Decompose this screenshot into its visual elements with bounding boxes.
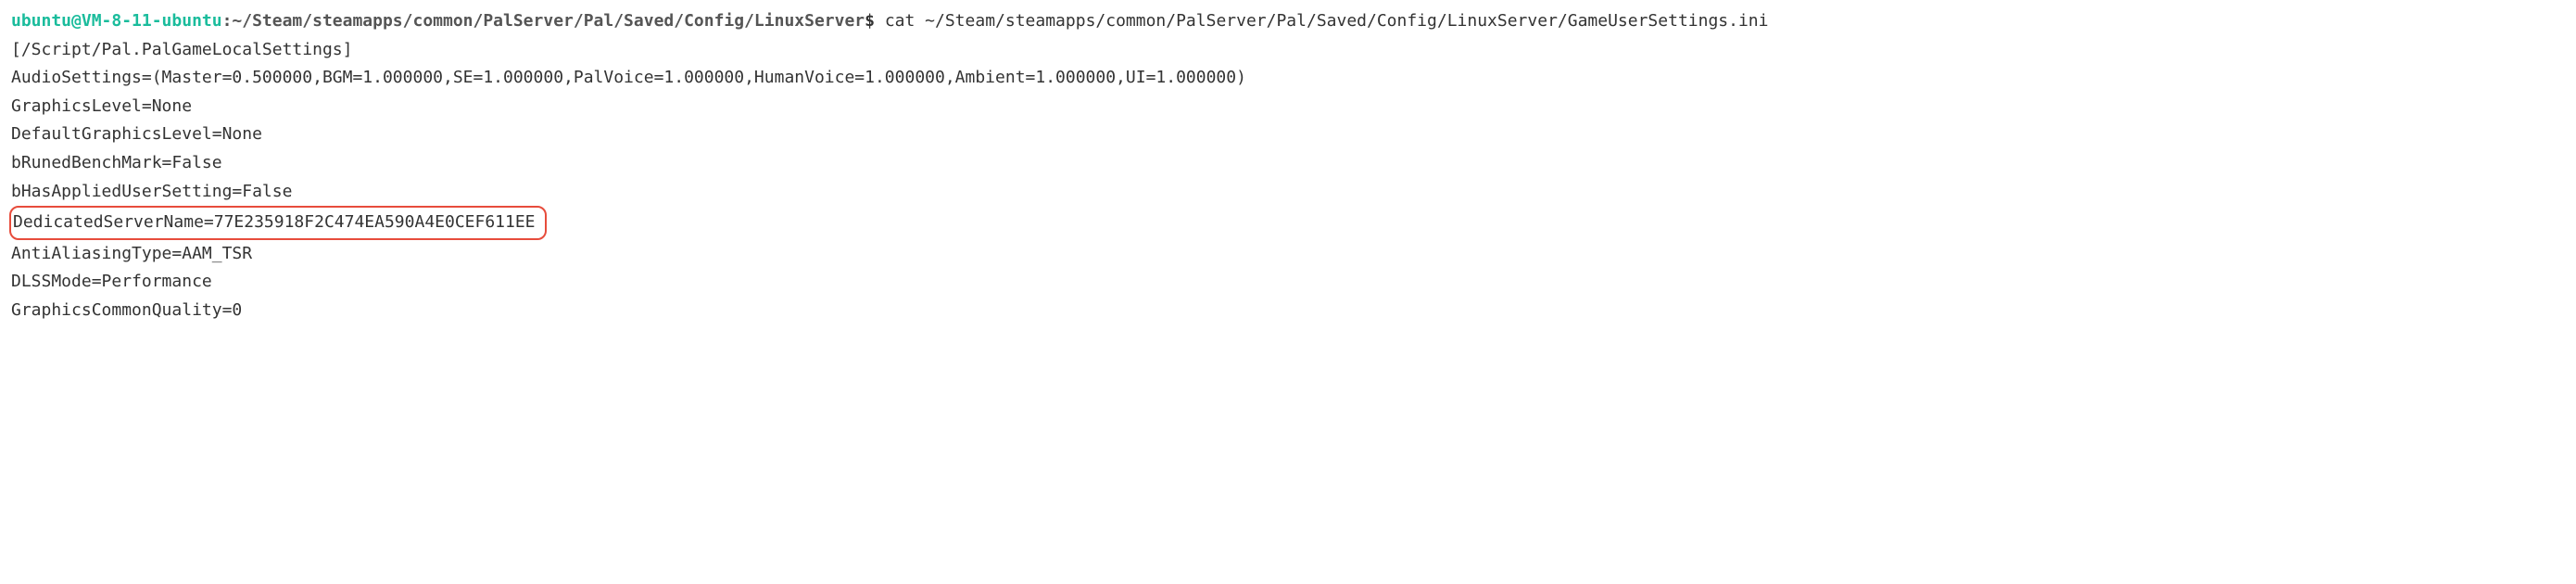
prompt-path: :~/Steam/steamapps/common/PalServer/Pal/… [222,11,865,31]
output-line-4: bRunedBenchMark=False [11,153,222,172]
output-line-1: AudioSettings=(Master=0.500000,BGM=1.000… [11,68,1246,87]
prompt-user: ubuntu@VM-8-11-ubuntu [11,11,222,31]
output-line-5: bHasAppliedUserSetting=False [11,182,292,201]
highlighted-output-line: DedicatedServerName=77E235918F2C474EA590… [9,206,547,240]
output-line-8: DLSSMode=Performance [11,272,212,291]
output-line-7: AntiAliasingType=AAM_TSR [11,244,252,263]
output-line-3: DefaultGraphicsLevel=None [11,124,262,144]
output-line-9: GraphicsCommonQuality=0 [11,300,242,320]
output-line-2: GraphicsLevel=None [11,96,192,116]
prompt-dollar: $ [865,11,875,31]
command-text: cat ~/Steam/steamapps/common/PalServer/P… [885,11,1769,31]
output-line-0: [/Script/Pal.PalGameLocalSettings] [11,40,352,59]
